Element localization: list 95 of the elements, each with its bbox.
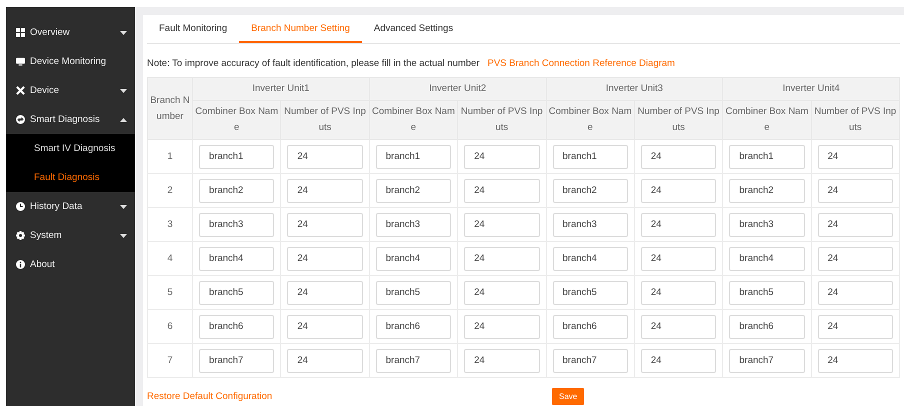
column-header: Combiner Box Name — [369, 100, 458, 140]
input-field[interactable]: 24 — [818, 314, 893, 338]
sidebar-item[interactable]: Device Monitoring — [6, 47, 135, 76]
input-field[interactable]: 24 — [818, 246, 893, 270]
sidebar-item[interactable]: About — [6, 250, 135, 279]
sidebar-item[interactable]: History Data — [6, 192, 135, 221]
table-cell: 5 — [148, 276, 192, 310]
input-field[interactable]: branch1 — [199, 144, 274, 168]
table-cell: 4 — [148, 242, 192, 276]
input-field[interactable]: 24 — [287, 212, 363, 236]
input-field[interactable]: branch6 — [376, 314, 452, 338]
input-field[interactable]: 24 — [818, 178, 893, 202]
input-field[interactable]: branch1 — [729, 144, 805, 168]
column-header: Combiner Box Name — [192, 100, 281, 140]
input-field[interactable]: branch5 — [376, 280, 452, 304]
input-field[interactable]: 24 — [464, 144, 540, 168]
input-field[interactable]: branch4 — [729, 246, 805, 270]
input-field[interactable]: branch2 — [199, 178, 274, 202]
input-field[interactable]: 24 — [287, 314, 363, 338]
input-field[interactable]: branch2 — [729, 178, 805, 202]
column-header: Inverter Unit4 — [722, 78, 900, 100]
input-field[interactable]: 24 — [818, 212, 893, 236]
column-header: Branch Number — [148, 78, 192, 140]
input-field[interactable]: 24 — [287, 178, 363, 202]
input-field[interactable]: branch5 — [552, 280, 628, 304]
column-header: Number of PVS Inputs — [280, 100, 370, 140]
input-field[interactable]: branch7 — [199, 348, 274, 372]
input-field[interactable]: branch6 — [729, 314, 805, 338]
tab[interactable]: Advanced Settings — [362, 15, 466, 43]
input-field[interactable]: 24 — [640, 144, 716, 168]
input-field[interactable]: 24 — [464, 314, 540, 338]
input-field[interactable]: branch3 — [729, 212, 805, 236]
monitor-icon — [16, 57, 25, 66]
tab[interactable]: Fault Monitoring — [147, 15, 240, 43]
input-field[interactable]: 24 — [640, 280, 716, 304]
input-field[interactable]: branch6 — [552, 314, 628, 338]
input-field[interactable]: branch1 — [376, 144, 452, 168]
input-field[interactable]: 24 — [640, 178, 716, 202]
column-header: Number of PVS Inputs — [458, 100, 546, 140]
info-icon — [16, 260, 25, 269]
input-field[interactable]: 24 — [287, 280, 363, 304]
input-field[interactable]: 24 — [464, 246, 540, 270]
input-field[interactable]: 24 — [640, 348, 716, 372]
input-field[interactable]: branch4 — [552, 246, 628, 270]
column-header: Inverter Unit3 — [546, 78, 723, 100]
input-field[interactable]: branch3 — [552, 212, 628, 236]
input-field[interactable]: 24 — [640, 212, 716, 236]
sidebar-item[interactable]: Smart Diagnosis — [6, 105, 135, 134]
input-field[interactable]: 24 — [464, 280, 540, 304]
input-field[interactable]: 24 — [287, 348, 363, 372]
grid-icon — [16, 28, 25, 37]
input-field[interactable]: 24 — [464, 178, 540, 202]
table-cell: 6 — [148, 310, 192, 344]
input-field[interactable]: branch7 — [376, 348, 452, 372]
gear-icon — [16, 231, 25, 240]
input-field[interactable]: 24 — [818, 280, 893, 304]
input-field[interactable]: 24 — [818, 144, 893, 168]
submenu-item[interactable]: Smart IV Diagnosis — [6, 134, 135, 163]
table-cell: 3 — [148, 208, 192, 242]
input-field[interactable]: branch1 — [552, 144, 628, 168]
input-field[interactable]: branch7 — [552, 348, 628, 372]
input-field[interactable]: 24 — [464, 212, 540, 236]
column-header: Inverter Unit2 — [369, 78, 546, 100]
column-header: Combiner Box Name — [722, 100, 812, 140]
input-field[interactable]: branch7 — [729, 348, 805, 372]
input-field[interactable]: 24 — [818, 348, 893, 372]
sidebar-item[interactable]: Device — [6, 76, 135, 105]
input-field[interactable]: 24 — [640, 246, 716, 270]
cross-icon — [16, 86, 25, 95]
input-field[interactable]: branch4 — [376, 246, 452, 270]
input-field[interactable]: 24 — [640, 314, 716, 338]
input-field[interactable]: 24 — [464, 348, 540, 372]
input-field[interactable]: 24 — [287, 144, 363, 168]
sidebar-item[interactable]: System — [6, 221, 135, 250]
table-cell: 7 — [148, 344, 192, 378]
column-header: Combiner Box Name — [546, 100, 634, 140]
input-field[interactable]: branch2 — [552, 178, 628, 202]
input-field[interactable]: branch6 — [199, 314, 274, 338]
sidebar-item[interactable]: Overview — [6, 18, 135, 47]
input-field[interactable]: branch5 — [729, 280, 805, 304]
input-field[interactable]: branch5 — [199, 280, 274, 304]
column-header: Number of PVS Inputs — [811, 100, 900, 140]
submenu-item[interactable]: Fault Diagnosis — [6, 163, 135, 192]
note-text: Note: To improve accuracy of fault identification, please fill in the actual number — [147, 58, 480, 69]
arrows-icon — [16, 115, 25, 124]
column-header: Inverter Unit1 — [192, 78, 370, 100]
table-cell: 1 — [148, 140, 192, 174]
table-cell: 2 — [148, 174, 192, 208]
input-field[interactable]: branch4 — [199, 246, 274, 270]
input-field[interactable]: branch3 — [199, 212, 274, 236]
input-field[interactable]: branch2 — [376, 178, 452, 202]
column-header: Number of PVS Inputs — [634, 100, 723, 140]
clock-icon — [16, 202, 25, 211]
input-field[interactable]: branch3 — [376, 212, 452, 236]
input-field[interactable]: 24 — [287, 246, 363, 270]
